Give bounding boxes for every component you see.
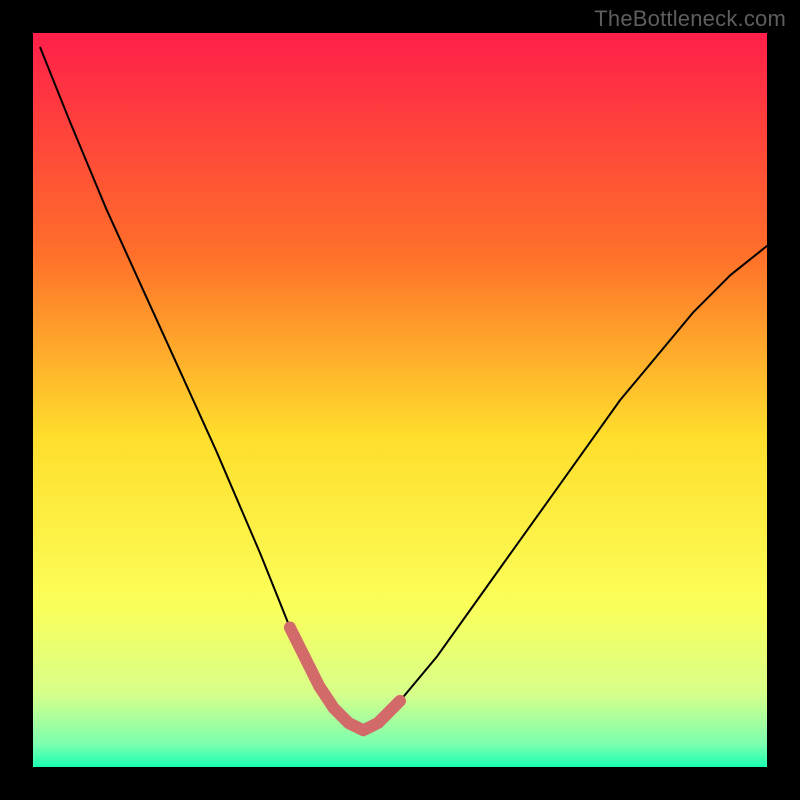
watermark-text: TheBottleneck.com <box>594 6 786 32</box>
plot-background <box>33 33 767 767</box>
chart-frame: TheBottleneck.com <box>0 0 800 800</box>
bottleneck-chart <box>0 0 800 800</box>
